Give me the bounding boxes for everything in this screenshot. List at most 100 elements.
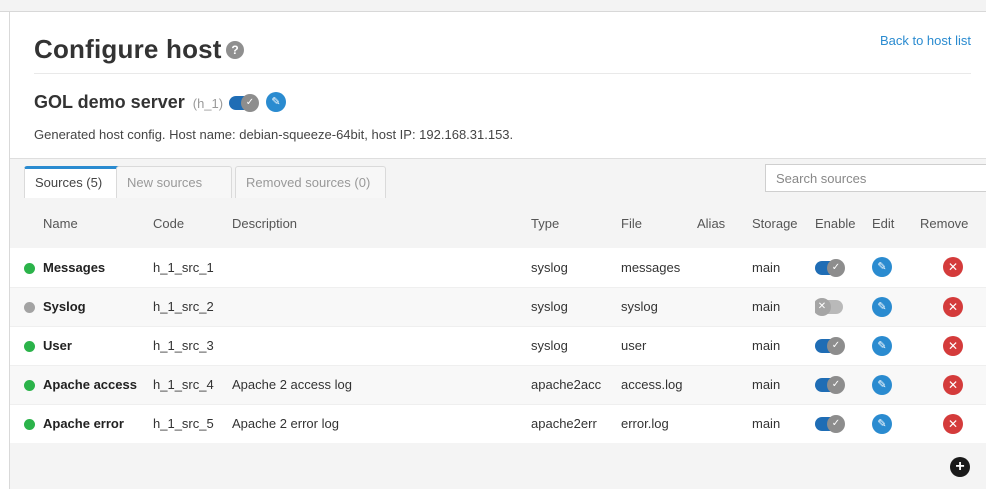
header-divider — [34, 73, 971, 74]
column-header-name[interactable]: Name — [43, 198, 153, 248]
check-icon: ✓ — [827, 415, 845, 434]
toggle-switch: ✓ — [229, 93, 259, 112]
column-header-alias[interactable]: Alias — [697, 198, 752, 248]
source-file: messages — [621, 259, 681, 275]
check-icon: ✓ — [241, 93, 259, 112]
page-title: Configure host — [34, 34, 222, 64]
remove-cell: ✕ — [920, 287, 986, 326]
status-dot — [24, 341, 35, 353]
close-icon[interactable]: ✕ — [943, 374, 963, 395]
source-code: h_1_src_4 — [153, 377, 214, 392]
edit-cell: ✎ — [872, 326, 920, 365]
status-cell — [10, 287, 43, 326]
source-alias — [697, 365, 752, 404]
source-storage: main — [752, 299, 781, 314]
column-header-code[interactable]: Code — [153, 198, 232, 248]
source-enable-toggle[interactable]: ✓ — [815, 259, 845, 278]
source-enable-toggle[interactable]: ✕ — [815, 298, 843, 317]
tab-removed-sources[interactable]: Removed sources (0) — [235, 166, 386, 198]
source-enable-toggle[interactable]: ✓ — [815, 376, 845, 395]
sources-table: Name Code Description Type File Alias St… — [10, 198, 986, 444]
source-file: syslog — [621, 299, 658, 314]
close-icon[interactable]: ✕ — [943, 296, 963, 317]
close-icon[interactable]: ✕ — [943, 413, 963, 434]
enable-cell: ✓ — [815, 326, 872, 365]
check-icon: ✓ — [827, 376, 845, 395]
source-storage: main — [752, 377, 781, 392]
pencil-icon[interactable]: ✎ — [872, 257, 892, 278]
tab-sources[interactable]: Sources (5) — [24, 166, 121, 199]
host-name-text: GOL demo server — [34, 92, 185, 112]
source-code: h_1_src_3 — [153, 338, 214, 353]
source-code: h_1_src_1 — [153, 259, 214, 275]
table-row[interactable]: User h_1_src_3 syslog user main ✓ ✎ ✕ — [10, 326, 986, 365]
check-icon: ✓ — [827, 259, 845, 278]
back-to-host-list-link[interactable]: Back to host list — [880, 33, 971, 48]
close-icon[interactable]: ✕ — [943, 257, 963, 278]
source-enable-toggle[interactable]: ✓ — [815, 337, 845, 356]
table-row[interactable]: Syslog h_1_src_2 syslog syslog main ✕ ✎ … — [10, 287, 986, 326]
pencil-icon: ✎ — [266, 92, 286, 112]
status-dot — [24, 419, 35, 431]
source-type: syslog — [531, 259, 568, 275]
source-enable-toggle[interactable]: ✓ — [815, 415, 845, 434]
source-alias — [697, 404, 752, 443]
plus-icon: + — [955, 458, 965, 475]
source-alias — [697, 287, 752, 326]
remove-cell: ✕ — [920, 326, 986, 365]
source-name: Messages — [43, 259, 106, 275]
table-row[interactable]: Apache error h_1_src_5 Apache 2 error lo… — [10, 404, 986, 443]
column-header-description[interactable]: Description — [232, 198, 531, 248]
host-edit-button[interactable]: ✎ — [266, 92, 286, 112]
pencil-icon[interactable]: ✎ — [872, 374, 892, 395]
source-name: Apache access — [43, 377, 137, 392]
check-icon: ✓ — [827, 337, 845, 356]
table-row[interactable]: Messages h_1_src_1 syslog messages main … — [10, 248, 986, 287]
pencil-icon[interactable]: ✎ — [872, 335, 892, 356]
help-icon[interactable]: ? — [226, 41, 244, 59]
status-column-header — [10, 198, 43, 248]
source-code: h_1_src_5 — [153, 416, 214, 431]
host-description: Generated host config. Host name: debian… — [34, 127, 514, 142]
edit-cell: ✎ — [872, 404, 920, 443]
tab-new-sources[interactable]: New sources (0) — [116, 166, 232, 222]
search-sources-input[interactable] — [765, 164, 986, 192]
pencil-icon[interactable]: ✎ — [872, 413, 892, 434]
column-header-edit: Edit — [872, 215, 895, 231]
host-enable-toggle[interactable]: ✓ — [229, 93, 259, 112]
status-dot — [24, 302, 35, 314]
window-top-strip — [0, 0, 986, 12]
enable-cell: ✓ — [815, 365, 872, 404]
remove-cell: ✕ — [920, 404, 986, 443]
source-type: syslog — [531, 299, 568, 314]
status-cell — [10, 404, 43, 443]
add-source-button[interactable]: + — [950, 457, 970, 477]
source-name: Syslog — [43, 299, 86, 314]
status-cell — [10, 248, 43, 287]
source-file: access.log — [621, 377, 683, 392]
table-row[interactable]: Apache access h_1_src_4 Apache 2 access … — [10, 365, 986, 404]
table-footer — [10, 443, 986, 489]
remove-cell: ✕ — [920, 248, 986, 287]
source-storage: main — [752, 259, 781, 275]
source-alias — [697, 326, 752, 365]
edit-cell: ✎ — [872, 365, 920, 404]
column-header-enable: Enable — [815, 215, 856, 231]
source-type: syslog — [531, 338, 568, 353]
enable-cell: ✓ — [815, 248, 872, 287]
source-storage: main — [752, 338, 781, 353]
enable-cell: ✕ — [815, 287, 872, 326]
source-description — [232, 248, 531, 287]
pencil-icon[interactable]: ✎ — [872, 296, 892, 317]
column-header-type[interactable]: Type — [531, 198, 621, 248]
host-name: GOL demo server (h_1) — [34, 92, 223, 113]
source-description: Apache 2 error log — [232, 416, 339, 431]
edit-cell: ✎ — [872, 287, 920, 326]
column-header-file[interactable]: File — [621, 198, 697, 248]
column-header-storage[interactable]: Storage — [752, 198, 815, 248]
source-file: error.log — [621, 416, 669, 431]
status-cell — [10, 365, 43, 404]
close-icon[interactable]: ✕ — [943, 335, 963, 356]
edit-cell: ✎ — [872, 248, 920, 287]
source-alias — [697, 248, 752, 287]
